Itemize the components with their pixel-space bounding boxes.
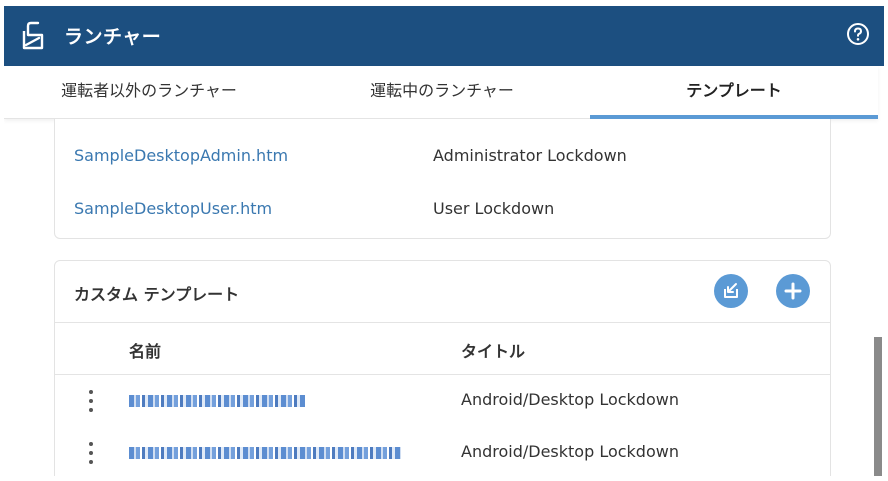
- tab-non-driver-launcher[interactable]: 運転者以外のランチャー: [4, 66, 294, 119]
- tab-driving-launcher[interactable]: 運転中のランチャー: [294, 66, 590, 119]
- import-icon: [724, 283, 738, 298]
- help-circle-icon[interactable]: [846, 22, 870, 46]
- builtin-templates-card: SampleDesktopAdmin.htm Administrator Loc…: [54, 119, 831, 239]
- scrollbar[interactable]: [874, 119, 884, 476]
- template-title: User Lockdown: [433, 199, 555, 218]
- app-header: ランチャー: [4, 6, 884, 66]
- template-name-obscured[interactable]: [129, 395, 305, 407]
- template-title: Android/Desktop Lockdown: [461, 442, 679, 461]
- column-header-title[interactable]: タイトル: [461, 338, 525, 362]
- plus-icon: [784, 282, 802, 300]
- more-vert-icon[interactable]: [80, 388, 102, 414]
- template-file-link[interactable]: SampleDesktopUser.htm: [74, 199, 272, 218]
- template-name-obscured[interactable]: [129, 447, 401, 459]
- launcher-icon: [22, 21, 44, 50]
- template-title: Android/Desktop Lockdown: [461, 390, 679, 409]
- tab-templates[interactable]: テンプレート: [590, 66, 878, 119]
- custom-templates-card: カスタム テンプレート 名前 タイトル Android/Desktop Lock…: [54, 260, 831, 476]
- scrollbar-thumb[interactable]: [874, 337, 882, 476]
- launcher-window: ランチャー 運転者以外のランチャー 運転中のランチャー テンプレート Sampl…: [4, 6, 884, 476]
- list-item: SampleDesktopUser.htm User Lockdown: [55, 199, 830, 239]
- template-title: Administrator Lockdown: [433, 146, 627, 165]
- table-row: Android/Desktop Lockdown: [55, 375, 830, 427]
- more-vert-icon[interactable]: [80, 440, 102, 466]
- import-template-button[interactable]: [714, 274, 748, 308]
- page-title: ランチャー: [64, 26, 162, 48]
- column-header-name[interactable]: 名前: [129, 338, 161, 362]
- tab-bar: 運転者以外のランチャー 運転中のランチャー テンプレート: [4, 66, 878, 119]
- template-file-link[interactable]: SampleDesktopAdmin.htm: [74, 146, 288, 165]
- custom-templates-heading: カスタム テンプレート: [74, 285, 240, 304]
- table-row: Android/Desktop Lockdown: [55, 427, 830, 476]
- templates-content: SampleDesktopAdmin.htm Administrator Loc…: [4, 119, 878, 476]
- list-item: SampleDesktopAdmin.htm Administrator Loc…: [55, 146, 830, 186]
- add-template-button[interactable]: [776, 274, 810, 308]
- divider: [55, 322, 830, 323]
